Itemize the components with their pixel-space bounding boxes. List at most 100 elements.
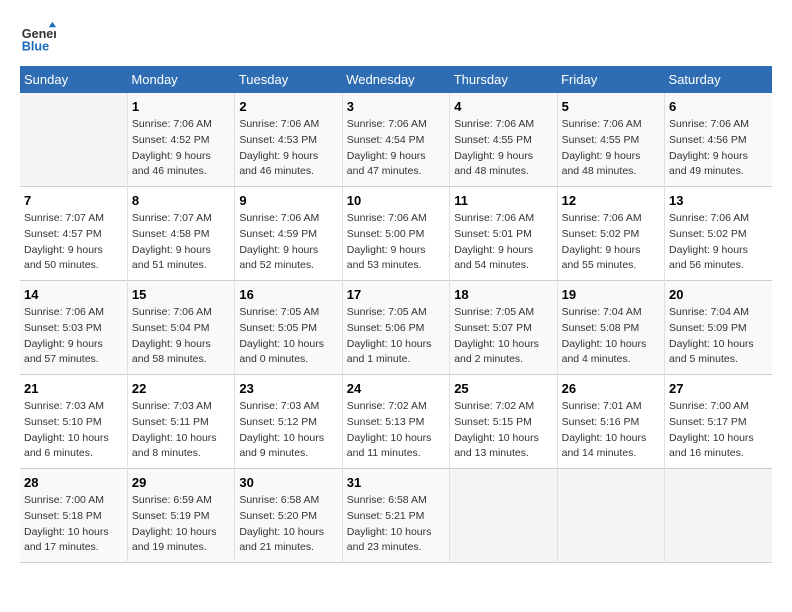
day-info: Sunrise: 7:00 AMSunset: 5:17 PMDaylight:… — [669, 399, 768, 462]
day-number: 26 — [562, 381, 660, 396]
calendar-cell — [557, 469, 664, 563]
day-info: Sunrise: 7:03 AMSunset: 5:11 PMDaylight:… — [132, 399, 230, 462]
calendar-cell: 8Sunrise: 7:07 AMSunset: 4:58 PMDaylight… — [127, 187, 234, 281]
day-number: 10 — [347, 193, 445, 208]
calendar-table: SundayMondayTuesdayWednesdayThursdayFrid… — [20, 66, 772, 563]
week-row-4: 28Sunrise: 7:00 AMSunset: 5:18 PMDayligh… — [20, 469, 772, 563]
calendar-cell: 26 Sunrise: 7:01 AMSunset: 5:16 PMDayligh… — [557, 375, 664, 469]
day-info: Sunrise: 7:06 AMSunset: 4:54 PMDaylight:… — [347, 117, 445, 180]
logo: General Blue — [20, 20, 60, 56]
day-number: 22 — [132, 381, 230, 396]
calendar-cell: 28Sunrise: 7:00 AMSunset: 5:18 PMDayligh… — [20, 469, 127, 563]
day-info: Sunrise: 7:06 AMSunset: 4:53 PMDaylight:… — [239, 117, 337, 180]
calendar-cell: 29 Sunrise: 6:59 AMSunset: 5:19 PMDayligh… — [127, 469, 234, 563]
day-info: Sunrise: 6:58 AMSunset: 5:20 PMDaylight:… — [239, 493, 337, 556]
calendar-cell: 14 Sunrise: 7:06 AMSunset: 5:03 PMDayligh… — [20, 281, 127, 375]
calendar-cell: 17 Sunrise: 7:05 AMSunset: 5:06 PMDayligh… — [342, 281, 449, 375]
day-info: Sunrise: 7:07 AMSunset: 4:57 PMDaylight:… — [24, 211, 123, 274]
day-info: Sunrise: 7:06 AMSunset: 4:59 PMDaylight:… — [239, 211, 337, 274]
day-number: 29 — [132, 475, 230, 490]
calendar-cell: 23Sunrise: 7:03 AMSunset: 5:12 PMDayligh… — [235, 375, 342, 469]
day-number: 5 — [562, 99, 660, 114]
calendar-cell: 10 Sunrise: 7:06 AMSunset: 5:00 PMDayligh… — [342, 187, 449, 281]
day-info: Sunrise: 7:06 AMSunset: 4:56 PMDaylight:… — [669, 117, 768, 180]
header-day-wednesday: Wednesday — [342, 66, 449, 93]
day-number: 23 — [239, 381, 337, 396]
calendar-header: SundayMondayTuesdayWednesdayThursdayFrid… — [20, 66, 772, 93]
week-row-2: 14 Sunrise: 7:06 AMSunset: 5:03 PMDayligh… — [20, 281, 772, 375]
day-number: 30 — [239, 475, 337, 490]
day-number: 15 — [132, 287, 230, 302]
day-number: 31 — [347, 475, 445, 490]
day-info: Sunrise: 7:06 AMSunset: 5:00 PMDaylight:… — [347, 211, 445, 274]
calendar-cell: 31 Sunrise: 6:58 AMSunset: 5:21 PMDayligh… — [342, 469, 449, 563]
day-number: 3 — [347, 99, 445, 114]
calendar-cell: 6Sunrise: 7:06 AMSunset: 4:56 PMDaylight… — [665, 93, 772, 187]
calendar-cell: 30 Sunrise: 6:58 AMSunset: 5:20 PMDayligh… — [235, 469, 342, 563]
calendar-cell: 25 Sunrise: 7:02 AMSunset: 5:15 PMDayligh… — [450, 375, 557, 469]
header-row: SundayMondayTuesdayWednesdayThursdayFrid… — [20, 66, 772, 93]
day-number: 2 — [239, 99, 337, 114]
week-row-1: 7 Sunrise: 7:07 AMSunset: 4:57 PMDaylight… — [20, 187, 772, 281]
calendar-cell: 7 Sunrise: 7:07 AMSunset: 4:57 PMDaylight… — [20, 187, 127, 281]
day-info: Sunrise: 7:02 AMSunset: 5:13 PMDaylight:… — [347, 399, 445, 462]
calendar-cell: 21 Sunrise: 7:03 AMSunset: 5:10 PMDayligh… — [20, 375, 127, 469]
calendar-body: 1Sunrise: 7:06 AMSunset: 4:52 PMDaylight… — [20, 93, 772, 563]
svg-text:Blue: Blue — [22, 40, 49, 54]
header-day-sunday: Sunday — [20, 66, 127, 93]
day-number: 18 — [454, 287, 552, 302]
day-number: 17 — [347, 287, 445, 302]
calendar-cell: 12Sunrise: 7:06 AMSunset: 5:02 PMDayligh… — [557, 187, 664, 281]
day-info: Sunrise: 7:02 AMSunset: 5:15 PMDaylight:… — [454, 399, 552, 462]
day-info: Sunrise: 7:05 AMSunset: 5:05 PMDaylight:… — [239, 305, 337, 368]
day-number: 8 — [132, 193, 230, 208]
page-header: General Blue — [20, 20, 772, 56]
day-info: Sunrise: 7:06 AMSunset: 5:03 PMDaylight:… — [24, 305, 123, 368]
week-row-0: 1Sunrise: 7:06 AMSunset: 4:52 PMDaylight… — [20, 93, 772, 187]
day-info: Sunrise: 7:01 AMSunset: 5:16 PMDaylight:… — [562, 399, 660, 462]
day-number: 13 — [669, 193, 768, 208]
day-number: 14 — [24, 287, 123, 302]
day-info: Sunrise: 6:58 AMSunset: 5:21 PMDaylight:… — [347, 493, 445, 556]
day-info: Sunrise: 7:05 AMSunset: 5:06 PMDaylight:… — [347, 305, 445, 368]
day-info: Sunrise: 7:00 AMSunset: 5:18 PMDaylight:… — [24, 493, 123, 556]
week-row-3: 21 Sunrise: 7:03 AMSunset: 5:10 PMDayligh… — [20, 375, 772, 469]
day-number: 9 — [239, 193, 337, 208]
day-info: Sunrise: 7:04 AMSunset: 5:08 PMDaylight:… — [562, 305, 660, 368]
calendar-cell: 11Sunrise: 7:06 AMSunset: 5:01 PMDayligh… — [450, 187, 557, 281]
day-number: 21 — [24, 381, 123, 396]
calendar-cell: 19 Sunrise: 7:04 AMSunset: 5:08 PMDayligh… — [557, 281, 664, 375]
logo-icon: General Blue — [20, 20, 56, 56]
calendar-cell — [450, 469, 557, 563]
calendar-cell: 22 Sunrise: 7:03 AMSunset: 5:11 PMDayligh… — [127, 375, 234, 469]
day-info: Sunrise: 7:06 AMSunset: 5:02 PMDaylight:… — [562, 211, 660, 274]
header-day-tuesday: Tuesday — [235, 66, 342, 93]
header-day-thursday: Thursday — [450, 66, 557, 93]
calendar-cell: 4Sunrise: 7:06 AMSunset: 4:55 PMDaylight… — [450, 93, 557, 187]
day-info: Sunrise: 7:06 AMSunset: 5:04 PMDaylight:… — [132, 305, 230, 368]
day-info: Sunrise: 7:06 AMSunset: 4:55 PMDaylight:… — [562, 117, 660, 180]
day-info: Sunrise: 6:59 AMSunset: 5:19 PMDaylight:… — [132, 493, 230, 556]
calendar-cell: 3 Sunrise: 7:06 AMSunset: 4:54 PMDaylight… — [342, 93, 449, 187]
calendar-cell: 15 Sunrise: 7:06 AMSunset: 5:04 PMDayligh… — [127, 281, 234, 375]
calendar-cell: 27 Sunrise: 7:00 AMSunset: 5:17 PMDayligh… — [665, 375, 772, 469]
calendar-cell: 18 Sunrise: 7:05 AMSunset: 5:07 PMDayligh… — [450, 281, 557, 375]
calendar-cell — [20, 93, 127, 187]
day-info: Sunrise: 7:03 AMSunset: 5:10 PMDaylight:… — [24, 399, 123, 462]
day-number: 20 — [669, 287, 768, 302]
calendar-cell: 24 Sunrise: 7:02 AMSunset: 5:13 PMDayligh… — [342, 375, 449, 469]
day-number: 7 — [24, 193, 123, 208]
day-number: 19 — [562, 287, 660, 302]
day-info: Sunrise: 7:06 AMSunset: 5:02 PMDaylight:… — [669, 211, 768, 274]
day-number: 27 — [669, 381, 768, 396]
day-info: Sunrise: 7:06 AMSunset: 4:55 PMDaylight:… — [454, 117, 552, 180]
calendar-cell: 13 Sunrise: 7:06 AMSunset: 5:02 PMDayligh… — [665, 187, 772, 281]
day-info: Sunrise: 7:06 AMSunset: 4:52 PMDaylight:… — [132, 117, 230, 180]
day-info: Sunrise: 7:05 AMSunset: 5:07 PMDaylight:… — [454, 305, 552, 368]
day-number: 11 — [454, 193, 552, 208]
header-day-saturday: Saturday — [665, 66, 772, 93]
calendar-cell — [665, 469, 772, 563]
day-number: 24 — [347, 381, 445, 396]
calendar-cell: 1Sunrise: 7:06 AMSunset: 4:52 PMDaylight… — [127, 93, 234, 187]
day-number: 25 — [454, 381, 552, 396]
